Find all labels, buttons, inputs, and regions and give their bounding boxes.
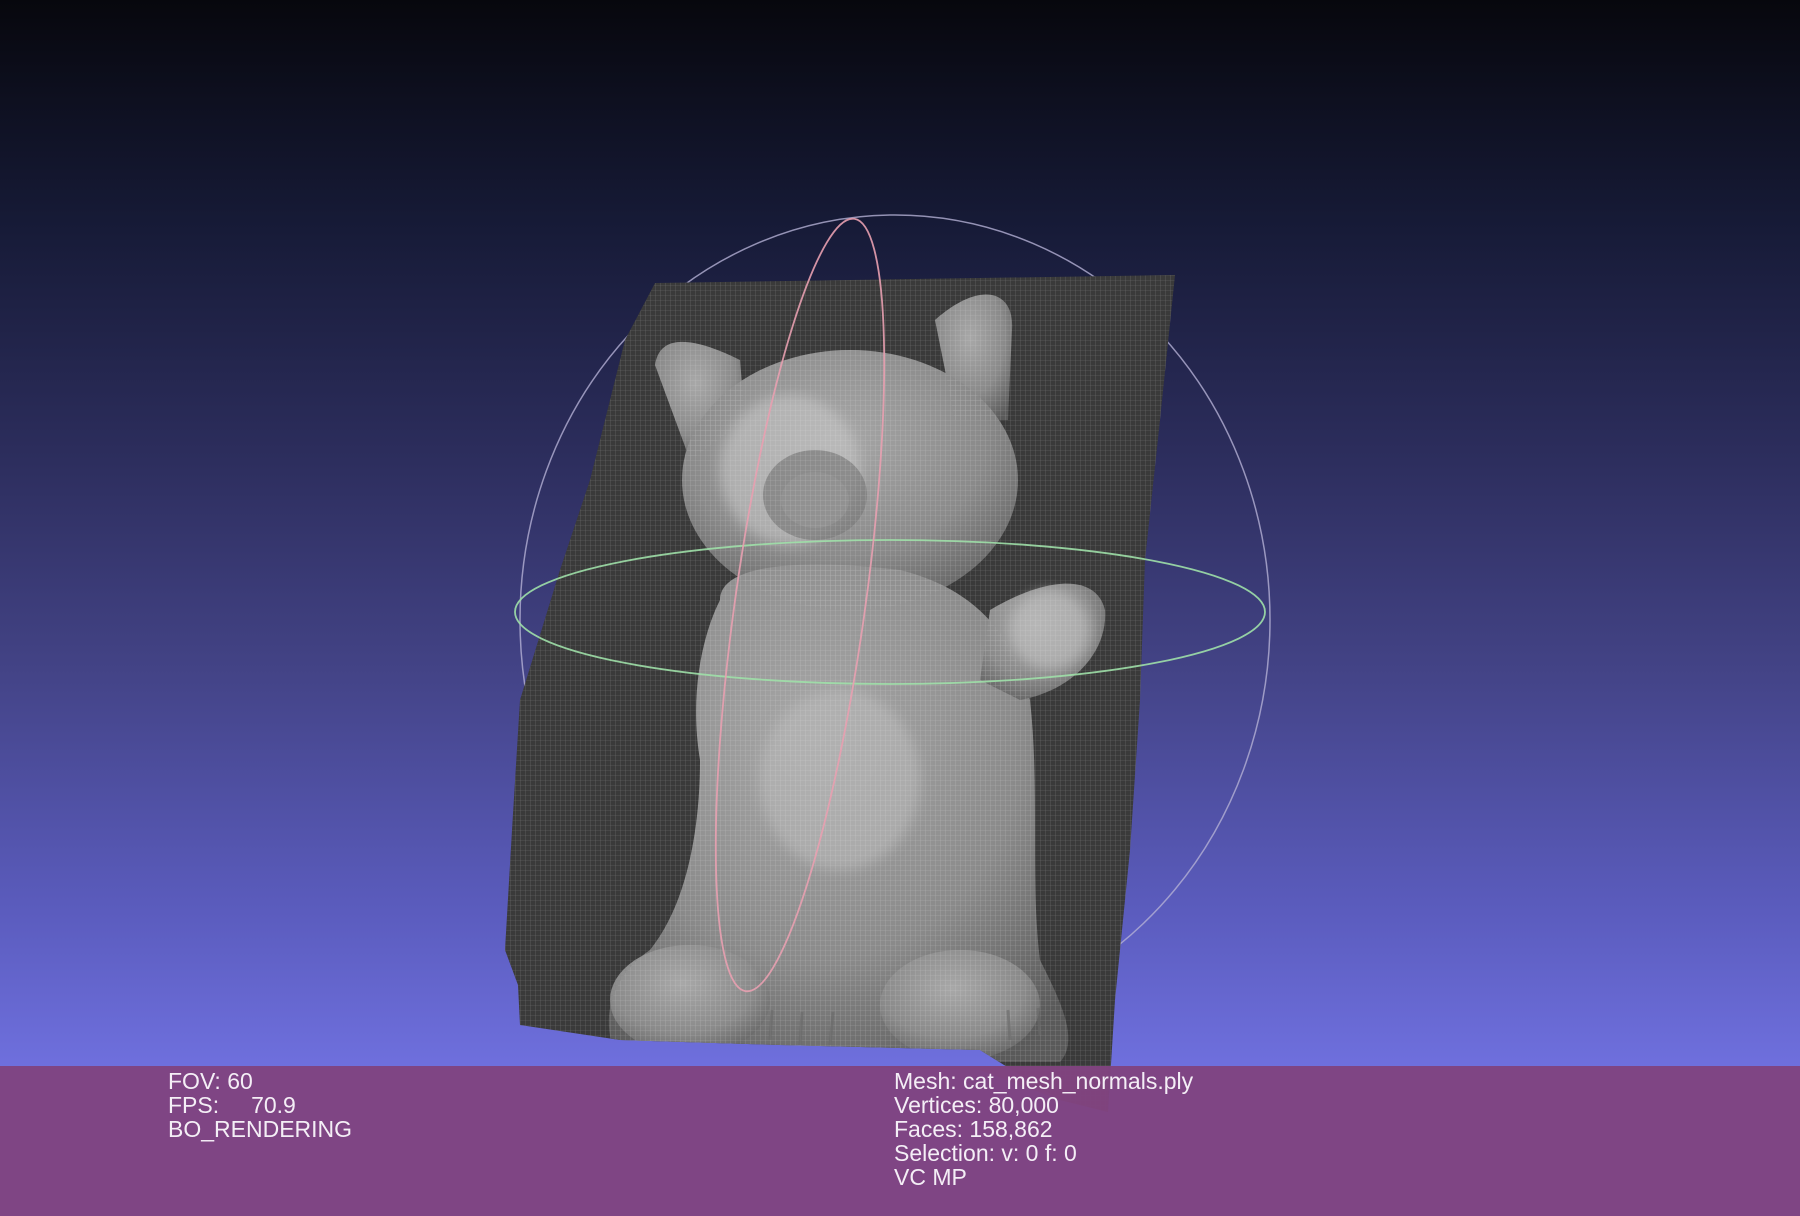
3d-viewport[interactable] xyxy=(0,0,1800,1216)
status-overlay: FOV: 60 FPS: 70.9 BO_RENDERING Mesh: cat… xyxy=(0,1066,1800,1216)
vertices-readout: Vertices: 80,000 xyxy=(894,1092,1059,1118)
mesh-scene[interactable] xyxy=(0,0,1800,1216)
fps-readout: FPS: 70.9 xyxy=(168,1092,296,1118)
faces-readout: Faces: 158,862 xyxy=(894,1116,1053,1142)
mesh-name-readout: Mesh: cat_mesh_normals.ply xyxy=(894,1068,1194,1094)
selection-readout: Selection: v: 0 f: 0 xyxy=(894,1140,1077,1166)
fov-readout: FOV: 60 xyxy=(168,1068,253,1094)
flags-readout: VC MP xyxy=(894,1164,967,1190)
render-mode-readout: BO_RENDERING xyxy=(168,1116,353,1142)
